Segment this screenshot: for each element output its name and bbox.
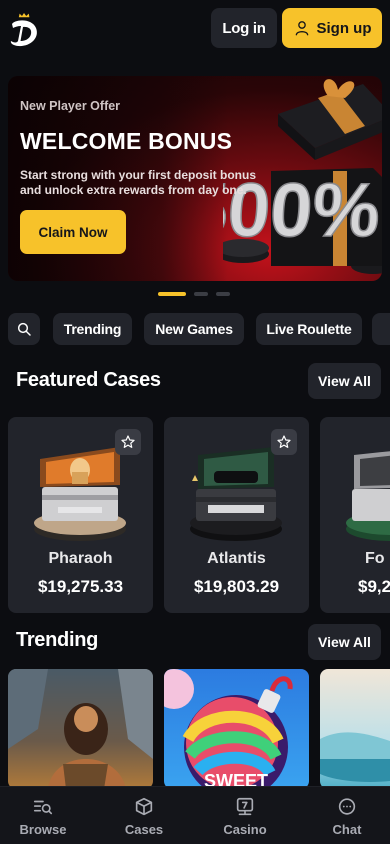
trending-title: Trending bbox=[16, 629, 99, 651]
chip-new-games[interactable]: New Games bbox=[144, 313, 244, 345]
brand-logo-icon[interactable] bbox=[6, 10, 42, 50]
case-price: $19,803.29 bbox=[193, 577, 280, 596]
star-icon bbox=[121, 435, 135, 448]
carousel-dot-2[interactable] bbox=[194, 292, 208, 296]
carousel-dot-3[interactable] bbox=[216, 292, 230, 296]
landscape-game-thumbnail bbox=[320, 732, 390, 782]
browse-icon bbox=[33, 800, 53, 815]
favorite-star-button[interactable] bbox=[115, 429, 141, 455]
game-card-sweet[interactable]: SWEET bbox=[164, 669, 309, 789]
chip-more-partial[interactable] bbox=[372, 313, 390, 345]
favorite-star-button[interactable] bbox=[271, 429, 297, 455]
user-icon bbox=[295, 21, 308, 36]
case-price: $19,275.33 bbox=[37, 577, 124, 596]
case-card-partial[interactable]: Fo $9,2 bbox=[320, 417, 390, 613]
case-name: Pharaoh bbox=[48, 550, 113, 567]
banner-eyebrow: New Player Offer bbox=[20, 99, 121, 113]
nav-browse[interactable]: Browse bbox=[8, 787, 78, 844]
app-root: Log in Sign up 500% New Player Offer WEL… bbox=[0, 0, 390, 844]
nav-browse-label: Browse bbox=[19, 822, 67, 837]
promo-banner[interactable]: 500% New Player Offer WELCOME BONUS Star… bbox=[8, 76, 382, 281]
category-chips: Trending New Games Live Roulette bbox=[0, 312, 390, 348]
chip-live-roulette[interactable]: Live Roulette bbox=[256, 313, 362, 345]
nav-chat[interactable]: Chat bbox=[312, 787, 382, 844]
signup-label: Sign up bbox=[316, 19, 372, 37]
bottom-navigation: Browse Cases Casino Chat bbox=[0, 786, 390, 844]
carousel-pagination bbox=[158, 292, 230, 296]
nav-chat-label: Chat bbox=[332, 822, 362, 837]
carousel-dot-1[interactable] bbox=[158, 292, 186, 296]
game-card-partial[interactable] bbox=[320, 669, 390, 789]
banner-title: WELCOME BONUS bbox=[20, 128, 233, 154]
casino-icon bbox=[236, 797, 254, 816]
nav-cases[interactable]: Cases bbox=[109, 787, 179, 844]
sweet-bomb-game-thumbnail: SWEET bbox=[164, 669, 293, 789]
case-card-atlantis[interactable]: Atlantis $19,803.29 bbox=[164, 417, 309, 613]
chat-icon bbox=[338, 798, 356, 815]
case-price: $9,2 bbox=[358, 577, 390, 596]
featured-view-all-button[interactable]: View All bbox=[308, 363, 381, 399]
star-icon bbox=[277, 435, 291, 448]
login-button[interactable]: Log in bbox=[211, 8, 277, 48]
caveman-game-thumbnail bbox=[8, 669, 153, 789]
search-icon bbox=[17, 322, 31, 336]
top-header: Log in Sign up bbox=[0, 0, 390, 62]
case-card-pharaoh[interactable]: Pharaoh $19,275.33 bbox=[8, 417, 153, 613]
trending-view-all-button[interactable]: View All bbox=[308, 624, 381, 660]
nav-casino-label: Casino bbox=[223, 822, 267, 837]
case-name: Fo bbox=[365, 550, 385, 567]
nav-casino[interactable]: Casino bbox=[210, 787, 280, 844]
game-card-caveman[interactable] bbox=[8, 669, 153, 789]
cases-icon bbox=[135, 797, 153, 816]
case-name: Atlantis bbox=[207, 550, 266, 567]
search-button[interactable] bbox=[8, 313, 40, 345]
chip-trending[interactable]: Trending bbox=[53, 313, 132, 345]
claim-now-button[interactable]: Claim Now bbox=[20, 210, 126, 254]
signup-button[interactable]: Sign up bbox=[282, 8, 382, 48]
partial-case-image bbox=[346, 451, 390, 541]
nav-cases-label: Cases bbox=[124, 822, 164, 837]
featured-cases-title: Featured Cases bbox=[16, 369, 161, 391]
banner-description: Start strong with your first deposit bon… bbox=[20, 168, 257, 197]
